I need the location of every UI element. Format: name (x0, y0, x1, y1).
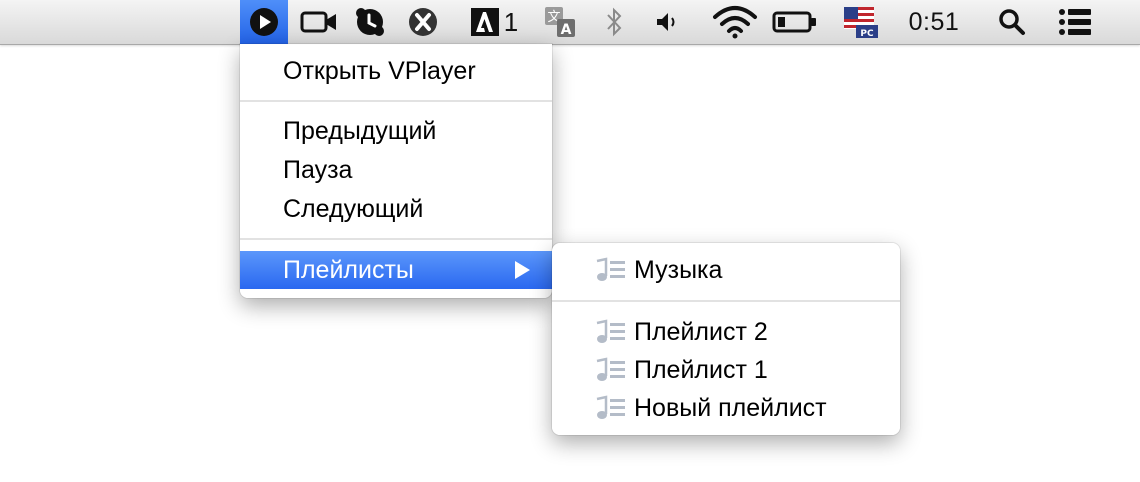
input-source-menu-extra[interactable]: PC (838, 0, 882, 44)
menu-item-previous[interactable]: Предыдущий (240, 112, 552, 150)
notification-list-icon (1059, 9, 1091, 35)
notification-center-menu-extra[interactable] (1050, 0, 1100, 44)
menu-bar: 1 文 A PC 0:51 (0, 0, 1140, 45)
playlist-label: Плейлист 1 (634, 355, 768, 384)
bluetooth-icon (607, 7, 622, 37)
volume-menu-extra[interactable] (648, 0, 688, 44)
menu-item-label: Пауза (283, 155, 353, 184)
wifi-menu-extra[interactable] (708, 0, 762, 44)
menu-item-pause[interactable]: Пауза (240, 151, 552, 189)
menu-item-playlists[interactable]: Плейлисты (240, 251, 552, 289)
menu-separator (240, 238, 552, 240)
translate-icon: 文 A (545, 7, 575, 38)
menu-item-next[interactable]: Следующий (240, 190, 552, 228)
adobe-menu-extra[interactable]: 1 (462, 0, 526, 44)
vplayer-play-icon (250, 8, 278, 36)
playlist-label: Новый плейлист (634, 393, 827, 422)
clock-text: 0:51 (908, 7, 960, 36)
us-flag-input-icon: PC (844, 7, 878, 39)
x-app-icon (409, 8, 437, 36)
playlist-label: Плейлист 2 (634, 317, 768, 346)
playlist-icon (592, 395, 626, 421)
playlist-item[interactable]: Плейлист 1 (552, 351, 900, 389)
playlist-icon (592, 257, 626, 283)
volume-icon (657, 13, 675, 31)
app-badge-count: 1 (503, 6, 519, 37)
playlists-submenu: Музыка Плейлист 2 Плейлист 1 Новый плейл… (552, 243, 900, 435)
skype-icon (356, 8, 384, 36)
svg-text:A: A (561, 22, 572, 38)
battery-menu-extra[interactable] (770, 0, 820, 44)
spotlight-menu-extra[interactable] (990, 0, 1034, 44)
menu-item-open-vplayer[interactable]: Открыть VPlayer (240, 52, 552, 90)
skype-menu-extra[interactable] (350, 0, 390, 44)
playlist-label: Музыка (634, 255, 723, 284)
svg-text:PC: PC (860, 29, 874, 39)
adobe-icon (470, 8, 499, 36)
bluetooth-menu-extra[interactable] (598, 0, 630, 44)
x-app-menu-extra[interactable] (403, 0, 443, 44)
facetime-camera-menu-extra[interactable] (298, 0, 340, 44)
menu-item-label: Плейлисты (283, 255, 414, 284)
clock-menu-extra[interactable]: 0:51 (896, 0, 972, 44)
menu-item-label: Следующий (283, 194, 424, 223)
playlist-icon (592, 319, 626, 345)
menu-item-label: Открыть VPlayer (283, 56, 476, 85)
menu-separator (240, 100, 552, 102)
submenu-arrow-icon (515, 261, 530, 279)
playlist-icon (592, 357, 626, 383)
spotlight-search-icon (999, 9, 1025, 35)
menu-separator (552, 300, 900, 302)
menu-item-label: Предыдущий (283, 116, 437, 145)
facetime-camera-icon (300, 11, 336, 33)
vplayer-dropdown-menu: Открыть VPlayer Предыдущий Пауза Следующ… (240, 44, 552, 298)
playlist-item[interactable]: Новый плейлист (552, 389, 900, 427)
vplayer-menu-extra[interactable] (240, 0, 288, 44)
battery-icon (772, 11, 816, 33)
playlist-item[interactable]: Плейлист 2 (552, 313, 900, 351)
translate-menu-extra[interactable]: 文 A (540, 0, 580, 44)
playlist-item-music[interactable]: Музыка (552, 251, 900, 289)
wifi-icon (713, 6, 757, 39)
